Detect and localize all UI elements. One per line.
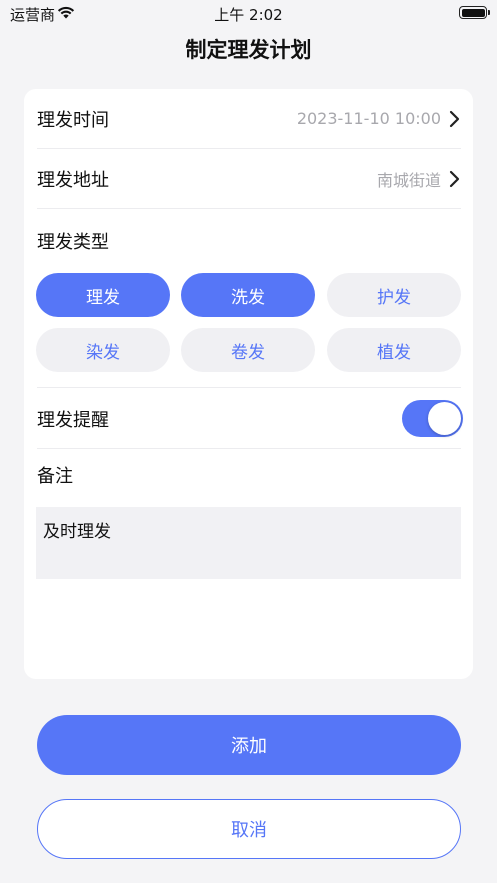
time-row[interactable]: 理发时间 2023-11-10 10:00 (37, 89, 461, 149)
status-time: 上午 2:02 (214, 6, 283, 24)
battery-icon (459, 6, 490, 19)
status-bar: 运营商 上午 2:02 (0, 0, 497, 26)
time-value: 2023-11-10 10:00 (296, 109, 441, 128)
divider (37, 448, 461, 449)
chevron-right-icon (449, 170, 460, 187)
address-row[interactable]: 理发地址 南城街道 (37, 149, 461, 209)
chip-transplant[interactable]: 植发 (327, 328, 461, 372)
chip-curl[interactable]: 卷发 (181, 328, 315, 372)
time-label: 理发时间 (37, 109, 109, 131)
cancel-button[interactable]: 取消 (37, 799, 461, 859)
toggle-knob (428, 402, 461, 435)
chevron-right-icon (449, 110, 460, 127)
chip-wash[interactable]: 洗发 (181, 273, 315, 317)
page-title: 制定理发计划 (185, 38, 312, 62)
address-value: 南城街道 (376, 170, 441, 190)
add-button[interactable]: 添加 (37, 715, 461, 775)
plan-form-card: 理发时间 2023-11-10 10:00 理发地址 南城街道 理发类型 理发 … (24, 89, 473, 679)
note-label: 备注 (37, 466, 73, 487)
divider (37, 387, 461, 388)
chip-care[interactable]: 护发 (327, 273, 461, 317)
note-input[interactable]: 及时理发 (36, 507, 461, 579)
reminder-toggle[interactable] (402, 400, 463, 437)
chip-dye[interactable]: 染发 (36, 328, 170, 372)
address-label: 理发地址 (37, 169, 109, 191)
reminder-label: 理发提醒 (37, 410, 109, 431)
chip-haircut[interactable]: 理发 (36, 273, 170, 317)
type-section-label: 理发类型 (37, 232, 109, 253)
